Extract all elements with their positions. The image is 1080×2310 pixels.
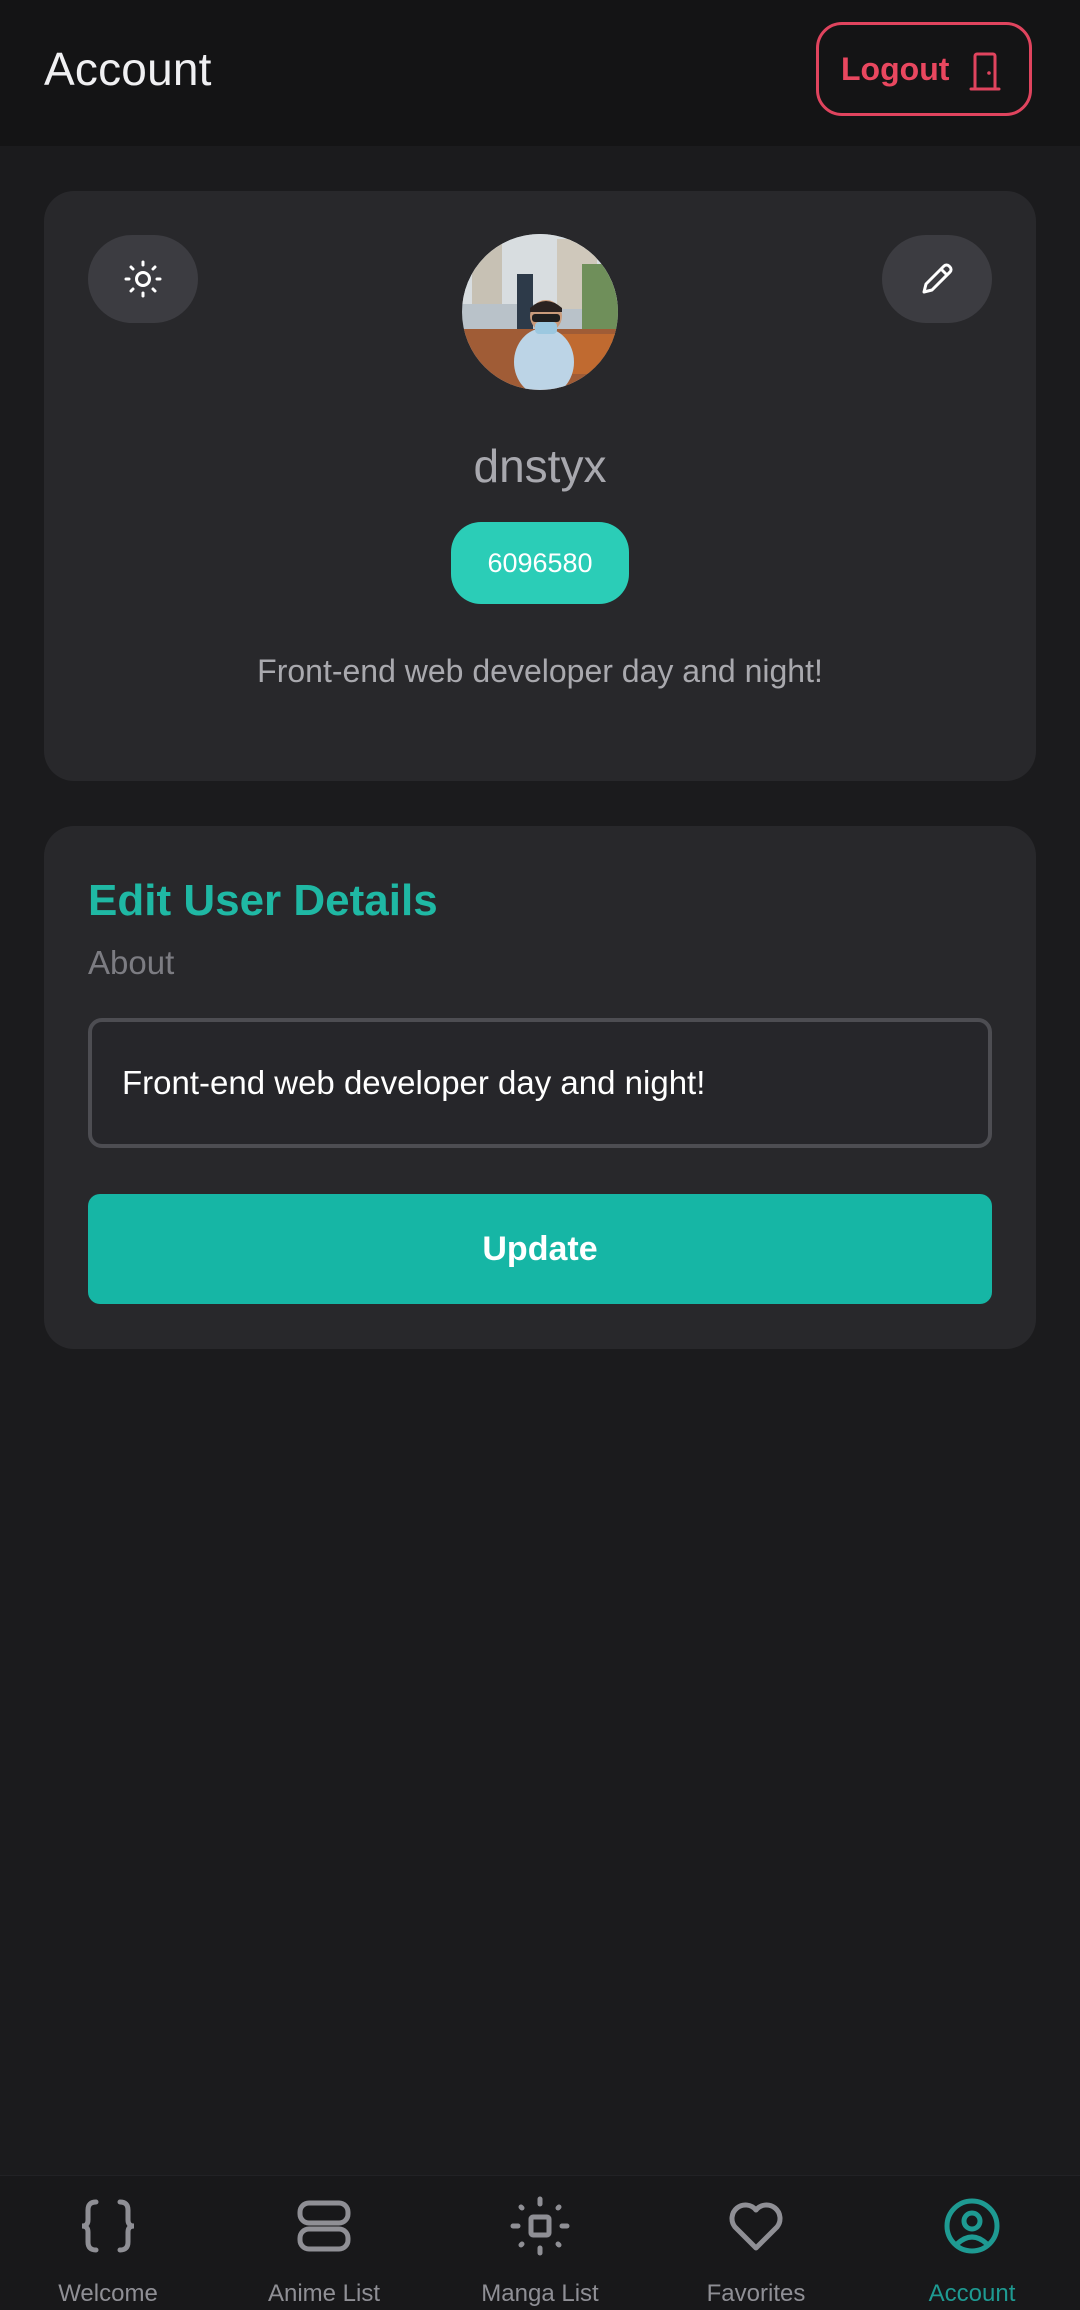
- logout-label: Logout: [841, 50, 950, 87]
- theme-toggle-button[interactable]: [88, 235, 198, 323]
- profile-card: dnstyx 6096580 Front-end web developer d…: [44, 191, 1036, 781]
- nav-item-manga-list[interactable]: Manga List: [432, 2176, 648, 2310]
- nav-label: Anime List: [267, 2280, 381, 2307]
- nav-label: Welcome: [58, 2280, 158, 2307]
- bio-text: Front-end web developer day and night!: [257, 653, 823, 689]
- nav-item-favorites[interactable]: Favorites: [648, 2176, 864, 2310]
- square-focus-icon: [510, 2196, 570, 2256]
- nav-item-anime-list[interactable]: Anime List: [216, 2176, 432, 2310]
- edit-user-details-card: Edit User Details About Update: [44, 826, 1036, 1349]
- nav-item-account[interactable]: Account: [864, 2176, 1080, 2310]
- about-input[interactable]: [88, 1018, 992, 1148]
- app-header: Account Logout: [0, 0, 1080, 146]
- user-circle-icon: [944, 2198, 1000, 2254]
- pencil-icon: [922, 263, 953, 294]
- avatar: [462, 234, 618, 390]
- update-button[interactable]: Update: [88, 1194, 992, 1304]
- page-title: Account: [44, 43, 212, 95]
- edit-profile-button[interactable]: [882, 235, 992, 323]
- bottom-nav: Welcome Anime List Manga List Favorites …: [0, 2175, 1080, 2310]
- username: dnstyx: [473, 440, 607, 492]
- sun-icon: [124, 260, 162, 298]
- nav-item-welcome[interactable]: Welcome: [0, 2176, 216, 2310]
- nav-label: Favorites: [706, 2280, 806, 2307]
- heart-icon: [729, 2202, 783, 2251]
- logout-button[interactable]: Logout: [816, 22, 1032, 116]
- braces-icon: [81, 2199, 135, 2253]
- nav-label: Account: [928, 2280, 1016, 2307]
- stack-icon: [297, 2200, 351, 2252]
- user-id-badge: 6096580: [451, 522, 629, 604]
- door-icon: [969, 52, 1001, 91]
- nav-label: Manga List: [481, 2280, 599, 2307]
- avatar-photo: [462, 234, 618, 390]
- about-label: About: [88, 944, 175, 981]
- edit-details-title: Edit User Details: [88, 876, 438, 925]
